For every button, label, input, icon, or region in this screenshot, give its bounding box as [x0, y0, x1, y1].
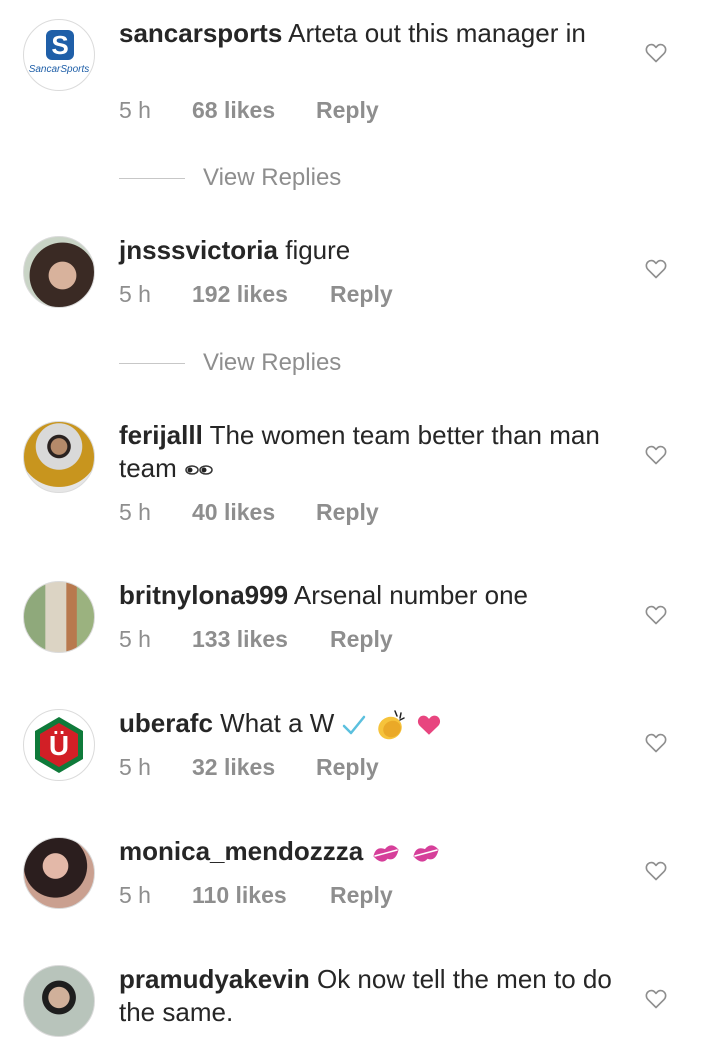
- comment-body: monica_mendozzza: [119, 835, 619, 868]
- heart-outline-icon[interactable]: [644, 443, 668, 467]
- avatar[interactable]: S SancarSports: [23, 19, 95, 91]
- comment-body: britnylona999 Arsenal number one: [119, 579, 619, 612]
- comment-text: What a W: [220, 708, 335, 738]
- avatar[interactable]: [23, 581, 95, 653]
- reply-button[interactable]: Reply: [316, 499, 379, 526]
- comment-text: Arteta out this manager in: [288, 18, 586, 48]
- avatar[interactable]: Ü: [23, 709, 95, 781]
- reply-button[interactable]: Reply: [316, 754, 379, 781]
- sancar-logo-letter: S: [46, 30, 74, 60]
- eyes-emoji-icon: [185, 465, 213, 475]
- reply-button[interactable]: Reply: [330, 626, 393, 653]
- heart-outline-icon[interactable]: [644, 987, 668, 1011]
- sancar-logo-text: SancarSports: [28, 64, 90, 75]
- comment-time: 5 h: [119, 754, 151, 780]
- kiss-mark-emoji-icon: [373, 845, 399, 862]
- uberafc-logo-icon: Ü: [35, 717, 83, 773]
- reply-button[interactable]: Reply: [330, 882, 393, 909]
- comment-body: sancarsports Arteta out this manager in: [119, 17, 619, 50]
- comment-likes[interactable]: 68 likes: [192, 97, 275, 124]
- comment-body: pramudyakevin Ok now tell the men to do …: [119, 963, 619, 1029]
- comment-likes[interactable]: 133 likes: [192, 626, 288, 653]
- comment-username[interactable]: monica_mendozzza: [119, 836, 363, 866]
- heart-outline-icon[interactable]: [644, 257, 668, 281]
- avatar[interactable]: [23, 965, 95, 1037]
- avatar[interactable]: [23, 236, 95, 308]
- comment-time: 5 h: [119, 882, 151, 908]
- comment-username[interactable]: uberafc: [119, 708, 213, 738]
- comment-username[interactable]: jnsssvictoria: [119, 235, 278, 265]
- comment-body: uberafc What a W: [119, 707, 619, 741]
- clapping-hands-emoji-icon: [378, 710, 405, 740]
- heart-emoji-icon: [417, 715, 441, 735]
- check-mark-emoji-icon: [342, 715, 365, 735]
- reply-button[interactable]: Reply: [330, 281, 393, 308]
- heart-outline-icon[interactable]: [644, 603, 668, 627]
- comment-username[interactable]: britnylona999: [119, 580, 288, 610]
- comment-username[interactable]: sancarsports: [119, 18, 282, 48]
- comment-text: Arsenal number one: [293, 580, 528, 610]
- comment-likes[interactable]: 40 likes: [192, 499, 275, 526]
- comment-likes[interactable]: 192 likes: [192, 281, 288, 308]
- view-replies-divider: [119, 363, 185, 364]
- comment-text: figure: [285, 235, 351, 265]
- heart-outline-icon[interactable]: [644, 731, 668, 755]
- reply-button[interactable]: Reply: [316, 97, 379, 124]
- comment-likes[interactable]: 110 likes: [192, 882, 287, 909]
- kiss-mark-emoji-icon: [413, 845, 439, 862]
- comment-time: 5 h: [119, 626, 151, 652]
- comment-time: 5 h: [119, 281, 151, 307]
- heart-outline-icon[interactable]: [644, 41, 668, 65]
- comment-body: ferijalll The women team better than man…: [119, 419, 619, 485]
- avatar[interactable]: [23, 421, 95, 493]
- comment-body: jnsssvictoria figure: [119, 234, 619, 267]
- heart-outline-icon[interactable]: [644, 859, 668, 883]
- comment-time: 5 h: [119, 499, 151, 525]
- view-replies-label: View Replies: [203, 164, 342, 191]
- comment-username[interactable]: pramudyakevin: [119, 964, 310, 994]
- comment-time: 5 h: [119, 97, 151, 123]
- view-replies-divider: [119, 178, 185, 179]
- comment-username[interactable]: ferijalll: [119, 420, 203, 450]
- comment-likes[interactable]: 32 likes: [192, 754, 275, 781]
- uberafc-logo-letter: Ü: [49, 730, 69, 761]
- avatar[interactable]: [23, 837, 95, 909]
- view-replies-label: View Replies: [203, 349, 342, 376]
